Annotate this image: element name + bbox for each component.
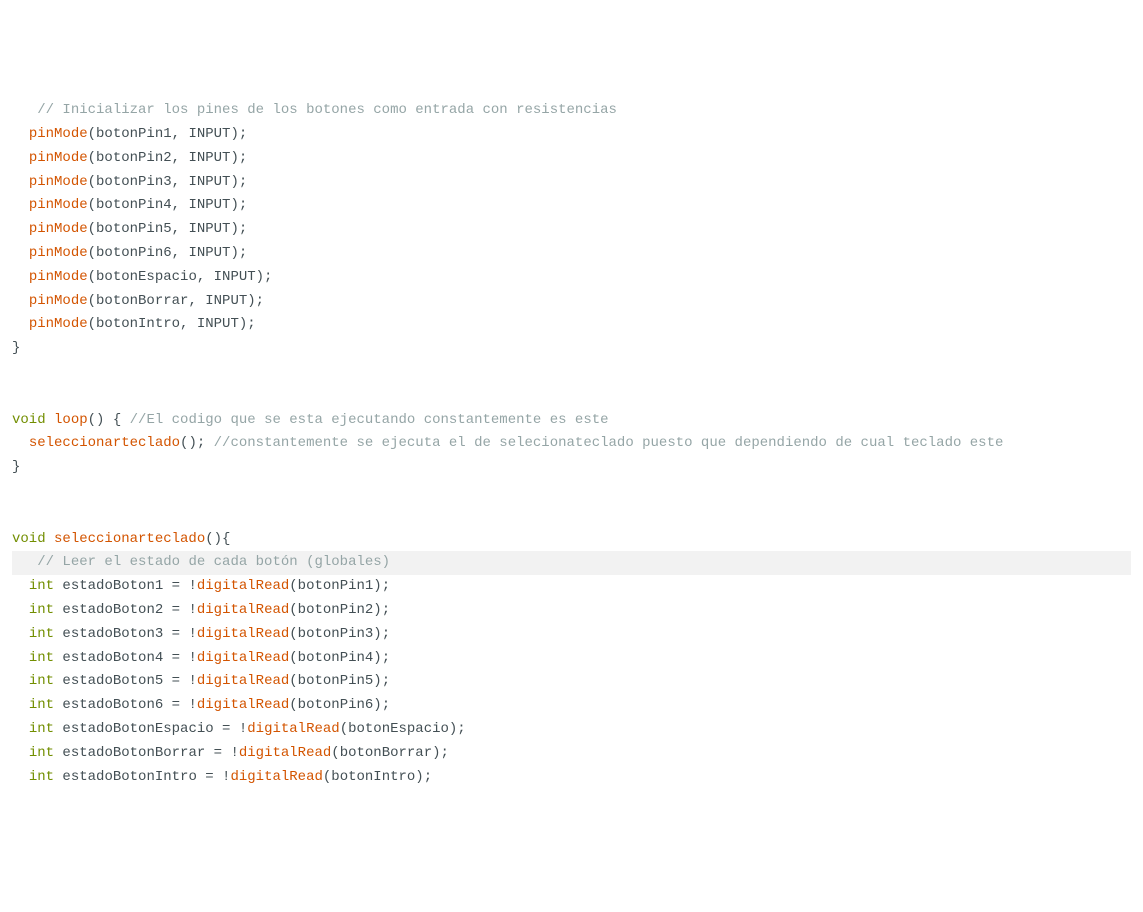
code-text: estadoBotonIntro = !	[54, 769, 230, 785]
code-line: int estadoBoton5 = !digitalRead(botonPin…	[12, 673, 390, 689]
code-line: void seleccionarteclado(){	[12, 531, 230, 547]
code-line: }	[12, 459, 20, 475]
code-line: int estadoBoton1 = !digitalRead(botonPin…	[12, 578, 390, 594]
function-call: digitalRead	[239, 745, 331, 761]
code-line: int estadoBotonEspacio = !digitalRead(bo…	[12, 721, 466, 737]
code-line: }	[12, 340, 20, 356]
keyword: int	[29, 697, 54, 713]
function-call: digitalRead	[197, 602, 289, 618]
function-call: seleccionarteclado	[29, 435, 180, 451]
function-def: seleccionarteclado	[46, 531, 206, 547]
function-call: pinMode	[29, 174, 88, 190]
code-editor[interactable]: // Inicializar los pines de los botones …	[0, 95, 1143, 793]
code-text: ();	[180, 435, 214, 451]
code-text: (botonIntro, INPUT);	[88, 316, 256, 332]
code-text: estadoBotonEspacio = !	[54, 721, 247, 737]
code-line: pinMode(botonBorrar, INPUT);	[12, 293, 264, 309]
code-line: pinMode(botonIntro, INPUT);	[12, 316, 256, 332]
keyword: int	[29, 745, 54, 761]
code-text: (botonPin3, INPUT);	[88, 174, 248, 190]
keyword: int	[29, 650, 54, 666]
function-call: pinMode	[29, 150, 88, 166]
keyword: int	[29, 721, 54, 737]
code-line: pinMode(botonEspacio, INPUT);	[12, 269, 272, 285]
code-text: (botonPin6);	[289, 697, 390, 713]
code-text: (botonPin1);	[289, 578, 390, 594]
code-text: estadoBoton3 = !	[54, 626, 197, 642]
code-text: (botonPin4, INPUT);	[88, 197, 248, 213]
code-text: estadoBoton4 = !	[54, 650, 197, 666]
code-text: estadoBoton1 = !	[54, 578, 197, 594]
code-text: estadoBoton2 = !	[54, 602, 197, 618]
code-text: (botonPin4);	[289, 650, 390, 666]
function-call: pinMode	[29, 221, 88, 237]
code-text: (botonPin6, INPUT);	[88, 245, 248, 261]
function-call: pinMode	[29, 316, 88, 332]
code-line: void loop() { //El codigo que se esta ej…	[12, 412, 609, 428]
function-call: digitalRead	[197, 650, 289, 666]
code-text: (botonBorrar);	[331, 745, 449, 761]
comment: // Leer el estado de cada botón (globale…	[37, 554, 390, 570]
function-call: digitalRead	[230, 769, 322, 785]
comment: // Inicializar los pines de los botones …	[37, 102, 617, 118]
function-call: pinMode	[29, 269, 88, 285]
code-line: pinMode(botonPin2, INPUT);	[12, 150, 247, 166]
code-text: (botonPin5, INPUT);	[88, 221, 248, 237]
code-line: pinMode(botonPin5, INPUT);	[12, 221, 247, 237]
function-call: pinMode	[29, 293, 88, 309]
function-def: loop	[46, 412, 88, 428]
code-line: int estadoBotonIntro = !digitalRead(boto…	[12, 769, 432, 785]
keyword: int	[29, 602, 54, 618]
code-line: pinMode(botonPin6, INPUT);	[12, 245, 247, 261]
code-text: (botonIntro);	[323, 769, 432, 785]
code-line: pinMode(botonPin4, INPUT);	[12, 197, 247, 213]
comment: //El codigo que se esta ejecutando const…	[130, 412, 609, 428]
code-text: () {	[88, 412, 130, 428]
keyword: int	[29, 626, 54, 642]
code-line: seleccionarteclado(); //constantemente s…	[12, 435, 1003, 451]
function-call: digitalRead	[197, 673, 289, 689]
code-line: int estadoBoton4 = !digitalRead(botonPin…	[12, 650, 390, 666]
code-text: estadoBoton6 = !	[54, 697, 197, 713]
comment: //constantemente se ejecuta el de seleci…	[214, 435, 1004, 451]
code-text: (botonBorrar, INPUT);	[88, 293, 264, 309]
keyword: void	[12, 412, 46, 428]
code-line: pinMode(botonPin1, INPUT);	[12, 126, 247, 142]
function-call: digitalRead	[247, 721, 339, 737]
code-line: int estadoBoton3 = !digitalRead(botonPin…	[12, 626, 390, 642]
function-call: pinMode	[29, 197, 88, 213]
keyword: void	[12, 531, 46, 547]
code-line: pinMode(botonPin3, INPUT);	[12, 174, 247, 190]
code-text: (botonEspacio);	[340, 721, 466, 737]
code-line: // Inicializar los pines de los botones …	[12, 102, 617, 118]
keyword: int	[29, 578, 54, 594]
brace: }	[12, 459, 20, 475]
code-line: int estadoBoton2 = !digitalRead(botonPin…	[12, 602, 390, 618]
function-call: pinMode	[29, 245, 88, 261]
code-text: (botonPin5);	[289, 673, 390, 689]
code-text: (botonPin2, INPUT);	[88, 150, 248, 166]
code-line: int estadoBoton6 = !digitalRead(botonPin…	[12, 697, 390, 713]
code-text: (botonPin1, INPUT);	[88, 126, 248, 142]
brace: }	[12, 340, 20, 356]
code-text: (botonPin2);	[289, 602, 390, 618]
keyword: int	[29, 769, 54, 785]
code-line: int estadoBotonBorrar = !digitalRead(bot…	[12, 745, 449, 761]
highlighted-line: // Leer el estado de cada botón (globale…	[12, 551, 1131, 575]
code-text: (botonEspacio, INPUT);	[88, 269, 273, 285]
keyword: int	[29, 673, 54, 689]
function-call: digitalRead	[197, 626, 289, 642]
code-text: estadoBotonBorrar = !	[54, 745, 239, 761]
function-call: digitalRead	[197, 697, 289, 713]
function-call: digitalRead	[197, 578, 289, 594]
code-text: estadoBoton5 = !	[54, 673, 197, 689]
code-text: (){	[205, 531, 230, 547]
function-call: pinMode	[29, 126, 88, 142]
code-text: (botonPin3);	[289, 626, 390, 642]
